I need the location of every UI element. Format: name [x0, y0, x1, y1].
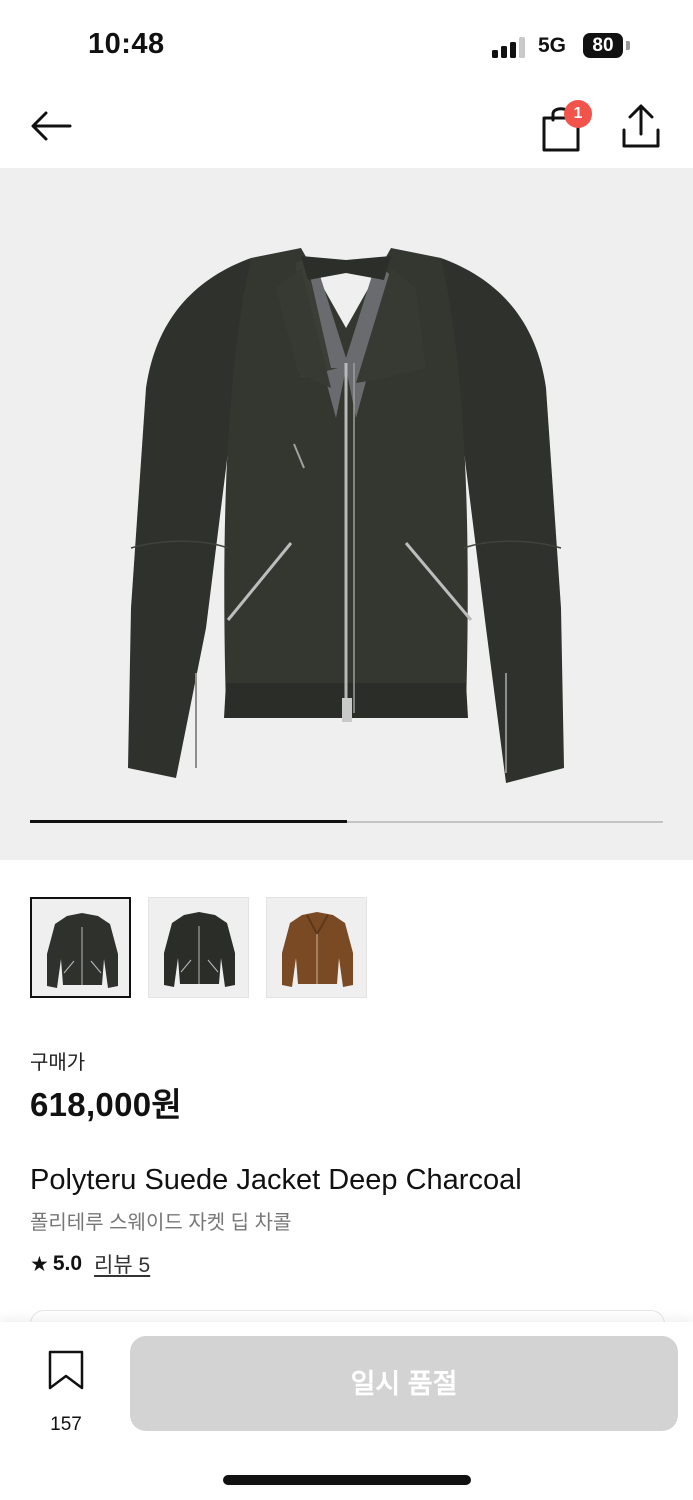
- back-button[interactable]: [26, 106, 76, 146]
- top-nav: [0, 90, 693, 168]
- sold-out-button[interactable]: 일시 품절: [130, 1336, 678, 1431]
- rating-value: 5.0: [52, 1252, 83, 1275]
- price-label: 구매가: [30, 1052, 86, 1074]
- status-time: 10:48: [88, 28, 165, 60]
- signal-icon: [492, 36, 528, 58]
- home-indicator: [223, 1475, 471, 1485]
- review-link[interactable]: 리뷰 5: [94, 1249, 150, 1279]
- product-image: [128, 248, 564, 783]
- rating-row: ★ 5.0 리뷰 5: [30, 1249, 150, 1279]
- thumbnail-2[interactable]: [148, 897, 249, 998]
- thumbnail-image: [282, 912, 353, 987]
- battery-icon: 80: [583, 33, 623, 58]
- thumbnail-1[interactable]: [30, 897, 131, 998]
- thumbnail-3[interactable]: [266, 897, 367, 998]
- bookmark-count: 157: [50, 1414, 82, 1435]
- thumbnail-image: [164, 912, 235, 987]
- bottom-action-bar: 157 일시 품절: [0, 1322, 693, 1500]
- thumbnail-image: [47, 913, 118, 988]
- gallery-progress-track: [30, 820, 663, 823]
- star-icon: ★: [30, 1252, 49, 1276]
- arrow-left-icon: [31, 111, 72, 141]
- share-button[interactable]: [616, 100, 666, 152]
- cart-count-badge: 1: [564, 100, 592, 128]
- battery-tip: [626, 41, 630, 50]
- price: 618,000원: [30, 1086, 183, 1123]
- product-name-korean: 폴리테루 스웨이드 자켓 딥 차콜: [30, 1212, 292, 1234]
- network-label: 5G: [538, 34, 567, 57]
- product-image-gallery[interactable]: [0, 168, 693, 860]
- bookmark-button[interactable]: 157: [30, 1344, 102, 1435]
- share-icon: [622, 104, 660, 148]
- product-name: Polyteru Suede Jacket Deep Charcoal: [30, 1164, 522, 1196]
- gallery-progress-fill: [30, 820, 347, 823]
- status-bar: 10:48 5G 80: [0, 0, 693, 90]
- bookmark-icon: [48, 1350, 84, 1390]
